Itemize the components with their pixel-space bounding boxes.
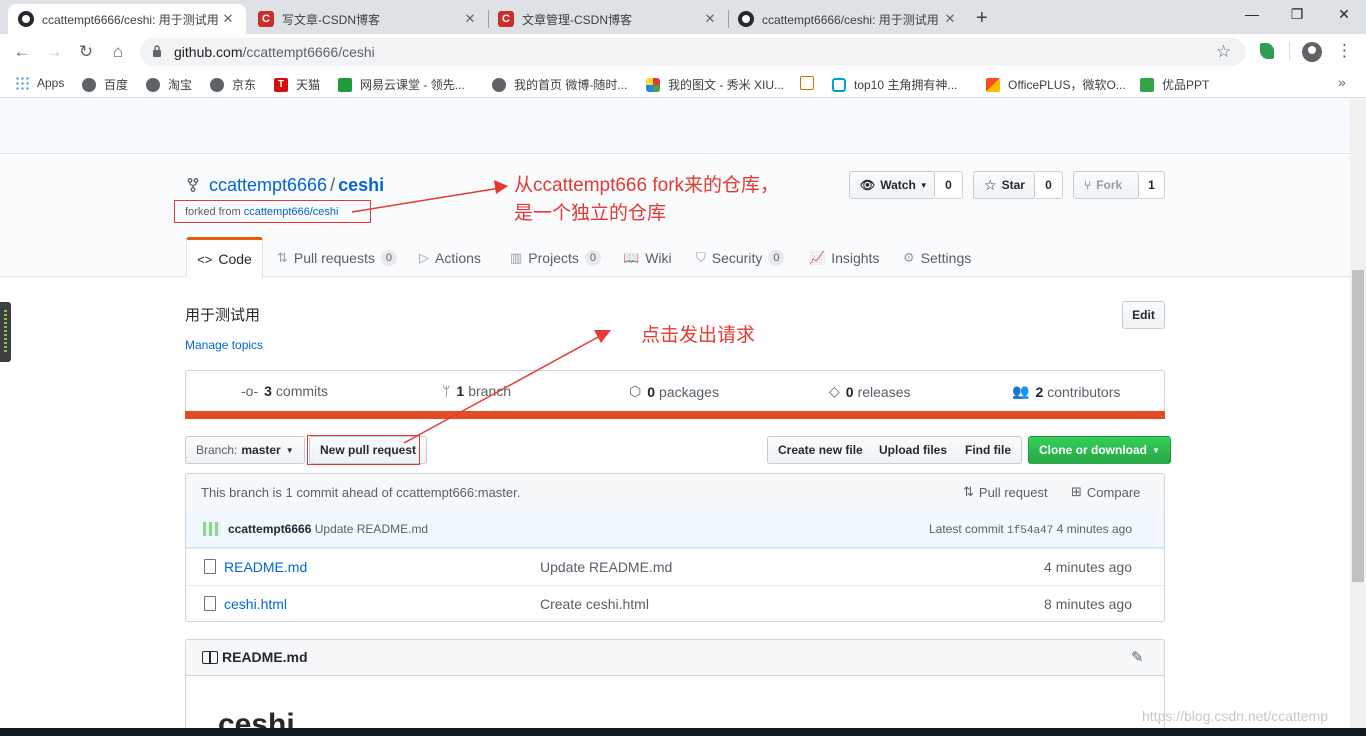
tv-icon (832, 77, 846, 92)
csdn-icon: C (258, 11, 274, 27)
profile-icon[interactable] (1302, 42, 1322, 62)
zhihu-icon (800, 76, 814, 90)
bookmark-ppt[interactable]: 优品PPT (1140, 76, 1209, 93)
bookmark-star-icon[interactable]: ☆ (1216, 42, 1231, 62)
bookmark-label: 优品PPT (1162, 78, 1210, 92)
bookmark-bilibili[interactable]: top10 主角拥有神... (832, 76, 957, 93)
github-page: ccattempt6666/ceshi forked from ccattemp… (0, 98, 1350, 728)
watermark: https://blog.csdn.net/ccattemp (1142, 708, 1328, 724)
officeplus-icon (986, 77, 1000, 92)
bookmark-label: 淘宝 (168, 78, 193, 92)
window-close-icon[interactable]: ✕ (1332, 6, 1356, 23)
url-text[interactable]: github.com/ccattempt6666/ceshi (174, 44, 375, 60)
browser-tab-3[interactable]: C 文章管理-CSDN博客 ✕ (488, 4, 728, 34)
bookmark-label: top10 主角拥有神... (854, 78, 958, 92)
close-tab-icon[interactable]: ✕ (462, 11, 478, 27)
restore-icon[interactable]: ❐ (1285, 6, 1309, 23)
side-widget[interactable] (0, 302, 11, 362)
scrollbar-thumb[interactable] (1352, 270, 1364, 582)
annotation-click: 点击发出请求 (641, 325, 756, 346)
url-path: /ccattempt6666/ceshi (242, 44, 375, 60)
tab-title: ccattempt6666/ceshi: 用于测试用 (762, 12, 939, 27)
forward-icon[interactable]: → (43, 41, 65, 63)
reload-icon[interactable]: ↻ (75, 41, 97, 63)
minimize-icon[interactable]: — (1240, 6, 1264, 22)
bookmark-163-study[interactable]: 网易云课堂 - 领先... (338, 76, 465, 93)
globe-icon (146, 77, 160, 92)
bookmark-apps[interactable]: Apps (15, 76, 64, 90)
ppt-icon (1140, 77, 1154, 92)
annotation-fork-line2: 是一个独立的仓库 (514, 203, 667, 224)
toolbar-divider (1289, 42, 1290, 60)
bookmark-jd[interactable]: 京东 (210, 76, 256, 93)
bookmark-label: 网易云课堂 - 领先... (360, 78, 465, 92)
extension-icon[interactable] (1260, 43, 1274, 59)
study-icon (338, 77, 352, 92)
bookmark-xiumi[interactable]: 我的图文 - 秀米 XIU... (646, 76, 784, 93)
browser-tab-4[interactable]: ccattempt6666/ceshi: 用于测试用 ✕ (728, 4, 968, 34)
bookmark-tmall[interactable]: T 天猫 (274, 76, 320, 93)
close-tab-icon[interactable]: ✕ (702, 11, 718, 27)
globe-icon (82, 77, 96, 92)
url-host: github.com (174, 44, 243, 60)
lock-icon[interactable] (152, 45, 162, 57)
bookmark-label: OfficePLUS，微软O... (1008, 78, 1126, 92)
github-icon (18, 11, 34, 27)
tab-title: 文章管理-CSDN博客 (522, 12, 632, 27)
back-icon[interactable]: ← (11, 41, 33, 63)
apps-grid-icon (15, 76, 29, 90)
bookmark-label: 天猫 (296, 78, 321, 92)
new-tab-icon[interactable]: + (976, 7, 988, 30)
menu-icon[interactable]: ⋮ (1336, 41, 1353, 61)
tab-title: ccattempt6666/ceshi: 用于测试用 (42, 12, 219, 27)
bookmark-label: 京东 (232, 78, 257, 92)
globe-icon (210, 77, 224, 92)
bookmark-label: 我的首页 微博-随时... (514, 78, 628, 92)
bookmark-zhihu[interactable] (800, 76, 822, 90)
browser-tab-2[interactable]: C 写文章-CSDN博客 ✕ (248, 4, 488, 34)
bookmark-weibo[interactable]: 我的首页 微博-随时... (492, 76, 627, 93)
browser-tab-1[interactable]: ccattempt6666/ceshi: 用于测试用 ✕ (8, 4, 246, 34)
taskbar (0, 728, 1366, 736)
github-icon (738, 11, 754, 27)
csdn-icon: C (498, 11, 514, 27)
bookmark-label: Apps (37, 76, 65, 90)
xiumi-icon (646, 77, 660, 92)
close-tab-icon[interactable]: ✕ (220, 11, 236, 27)
tab-title: 写文章-CSDN博客 (282, 12, 380, 27)
bookmark-baidu[interactable]: 百度 (82, 76, 128, 93)
bookmark-label: 百度 (104, 78, 129, 92)
bookmark-taobao[interactable]: 淘宝 (146, 76, 192, 93)
globe-icon (492, 77, 506, 92)
close-tab-icon[interactable]: ✕ (942, 11, 958, 27)
bookmark-officeplus[interactable]: OfficePLUS，微软O... (986, 76, 1126, 93)
tmall-icon: T (274, 77, 288, 92)
home-icon[interactable]: ⌂ (107, 41, 129, 63)
annotation-fork-line1: 从ccattempt666 fork来的仓库， (514, 175, 780, 196)
more-bookmarks-icon[interactable]: » (1338, 74, 1346, 90)
bookmark-label: 我的图文 - 秀米 XIU... (668, 78, 785, 92)
